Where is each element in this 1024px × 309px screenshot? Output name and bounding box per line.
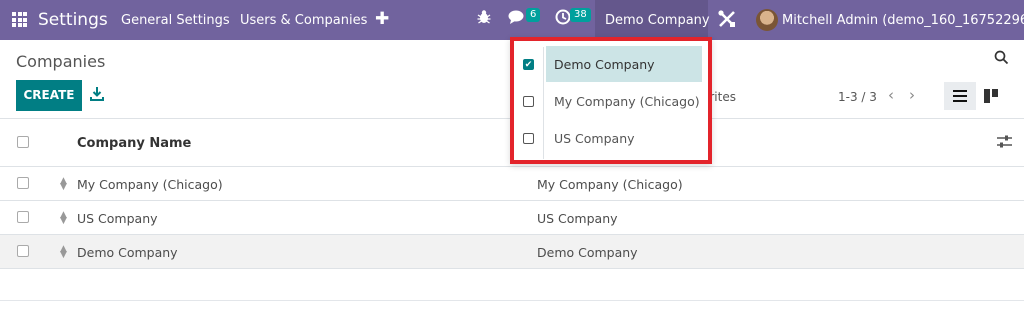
activities-badge: 38 [570, 8, 591, 22]
apps-menu-icon[interactable] [12, 12, 27, 27]
bug-icon[interactable] [476, 9, 492, 29]
dropdown-item-my-company-chicago[interactable]: My Company (Chicago) [546, 83, 702, 119]
cell-company-name: My Company (Chicago) [77, 177, 223, 192]
avatar[interactable] [756, 9, 778, 31]
company-dropdown: ✔ Demo Company My Company (Chicago) US C… [510, 37, 712, 164]
row-divider [0, 268, 1024, 269]
tools-icon[interactable] [717, 9, 737, 34]
cell-company: US Company [537, 211, 618, 226]
company-switcher[interactable]: Demo Company [595, 0, 710, 40]
row-checkbox[interactable] [17, 245, 29, 257]
cell-company-name: US Company [77, 211, 158, 226]
menu-general-settings[interactable]: General Settings [121, 13, 230, 28]
kanban-view-button[interactable] [982, 84, 1000, 108]
company-checkbox[interactable]: ✔ [523, 59, 534, 70]
dropdown-item-demo-company[interactable]: Demo Company [546, 46, 702, 82]
chat-icon[interactable] [508, 9, 525, 29]
cell-company: My Company (Chicago) [537, 177, 683, 192]
pager-prev-icon[interactable]: ‹ [888, 86, 894, 104]
search-icon[interactable] [994, 50, 1009, 69]
plus-icon[interactable]: ✚ [375, 9, 389, 29]
company-checkbox[interactable] [523, 133, 534, 144]
row-checkbox[interactable] [17, 177, 29, 189]
menu-users-companies[interactable]: Users & Companies [240, 13, 367, 28]
list-view-icon [953, 90, 967, 102]
list-view-button[interactable] [944, 82, 976, 110]
drag-handle-icon[interactable]: ▲ ▼ [60, 245, 67, 260]
cell-company-name: Demo Company [77, 245, 178, 260]
drag-handle-icon[interactable]: ▲ ▼ [60, 211, 67, 226]
download-icon[interactable] [90, 86, 104, 102]
app-title[interactable]: Settings [38, 10, 108, 30]
messages-badge: 6 [526, 8, 541, 22]
pager-value[interactable]: 1-3 / 3 [838, 90, 877, 104]
table-row[interactable]: ▲ ▼ My Company (Chicago) My Company (Chic… [0, 167, 1024, 201]
pager-next-icon[interactable]: › [909, 86, 915, 104]
optional-columns-icon[interactable] [997, 134, 1012, 152]
company-checkbox[interactable] [523, 96, 534, 107]
select-all-checkbox[interactable] [17, 136, 29, 148]
top-navbar: Settings General Settings Users & Compan… [0, 0, 1024, 40]
create-button[interactable]: CREATE [16, 80, 82, 111]
dropdown-item-us-company[interactable]: US Company [546, 120, 702, 156]
kanban-view-icon [984, 89, 998, 103]
table-row[interactable]: ▲ ▼ US Company US Company [0, 201, 1024, 235]
cell-company: Demo Company [537, 245, 638, 260]
page-title: Companies [16, 52, 106, 71]
column-header-company-name[interactable]: Company Name [77, 136, 191, 151]
row-checkbox[interactable] [17, 211, 29, 223]
table-footer-divider [0, 300, 1024, 301]
clock-icon[interactable] [555, 9, 571, 29]
drag-handle-icon[interactable]: ▲ ▼ [60, 177, 67, 192]
table-row[interactable]: ▲ ▼ Demo Company Demo Company [0, 235, 1024, 269]
user-menu[interactable]: Mitchell Admin (demo_160_1675229666) [782, 13, 1024, 28]
dropdown-separator [543, 47, 544, 159]
